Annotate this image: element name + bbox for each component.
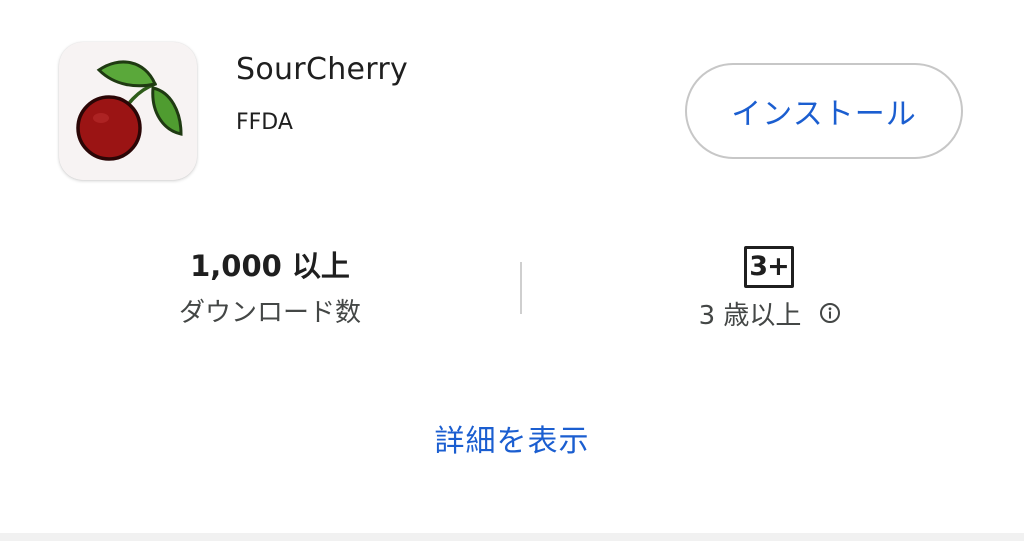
rating-badge: 3+ (744, 246, 794, 288)
app-listing-page: SourCherry FFDA インストール 1,000 以上 ダウンロード数 … (0, 0, 1024, 541)
cherry-icon (76, 60, 183, 161)
show-details-link[interactable]: 詳細を表示 (380, 420, 644, 464)
info-icon[interactable] (819, 302, 841, 324)
downloads-stat: 1,000 以上 ダウンロード数 (150, 246, 390, 333)
app-icon[interactable] (59, 42, 197, 180)
content-rating-stat: 3+ 3 歳以上 (640, 246, 900, 333)
app-name: SourCherry (236, 52, 409, 87)
rating-label: 3 歳以上 (698, 300, 802, 331)
downloads-label: ダウンロード数 (178, 298, 361, 328)
stat-divider (520, 262, 522, 314)
install-button[interactable]: インストール (685, 63, 963, 159)
developer-name[interactable]: FFDA (236, 106, 293, 140)
rating-label-row: 3 歳以上 (640, 293, 900, 333)
downloads-value: 1,000 以上 (190, 249, 350, 283)
section-separator (0, 533, 1024, 541)
